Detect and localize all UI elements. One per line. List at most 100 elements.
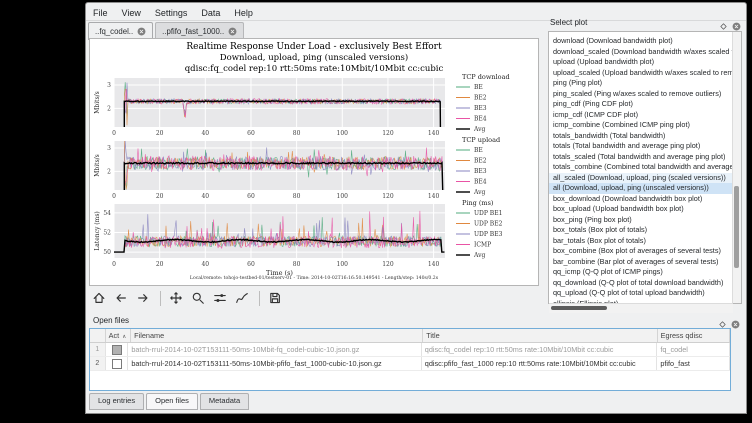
plot-list-item[interactable]: upload_scaled (Upload bandwidth w/axes s… [549,68,741,79]
plot-list-vertical-scrollbar[interactable] [732,32,741,303]
figure-title-line2: Download, upload, ping (unscaled version… [90,53,538,63]
plot-canvas-area[interactable]: 23020406080100120140Mbits/sTCP downloadB… [89,38,539,286]
dock-close-button[interactable] [731,316,740,334]
menu-file[interactable]: File [86,6,115,18]
plot-list-item[interactable]: download_scaled (Download bandwidth w/ax… [549,47,741,58]
bottom-tab-log-entries[interactable]: Log entries [89,393,144,410]
scrollbar-thumb[interactable] [551,306,607,310]
tab-close-button[interactable] [137,27,146,36]
document-tab-label: ..fq_codel.. [95,27,133,36]
plot-list-item[interactable]: box_download (Download bandwidth box plo… [549,194,741,205]
back-button[interactable] [111,288,131,308]
bottom-tab-metadata[interactable]: Metadata [200,393,249,410]
svg-text:Mbits/s: Mbits/s [94,91,101,114]
egress-qdisc-cell: pfifo_fast [657,357,730,370]
plot-list-item[interactable]: ping_cdf (Ping CDF plot) [549,99,741,110]
customize-button[interactable] [232,288,252,308]
active-checkbox[interactable] [112,345,122,355]
figure-footer-note: Local/remote: tohojo-testbed-01/testserv… [90,276,538,281]
title-cell: qdisc:fq_codel rep:10 rtt:50ms rate:10Mb… [422,343,658,356]
plot-list-item[interactable]: totals (Total bandwidth and average ping… [549,141,741,152]
scrollbar-thumb[interactable] [734,186,739,267]
table-header-row: Act∧FilenameTitleEgress qdisc [90,329,730,343]
legend-tcp-upload: TCP uploadBEBE2BE3BE4Avg [456,136,500,196]
save-button[interactable] [265,288,285,308]
plot-list-item[interactable]: box_upload (Upload bandwidth box plot) [549,204,741,215]
svg-text:UDP BE2: UDP BE2 [474,221,503,228]
plot-list-item[interactable]: download (Download bandwidth plot) [549,36,741,47]
plot-list-item[interactable]: ping_scaled (Ping w/axes scaled to remov… [549,89,741,100]
column-header-title[interactable]: Title [423,329,657,342]
plot-list-item[interactable]: box_ping (Ping box plot) [549,215,741,226]
svg-text:80: 80 [293,193,301,200]
svg-text:120: 120 [382,130,394,137]
customize-icon [235,291,249,305]
plot-list-item[interactable]: ping (Ping plot) [549,78,741,89]
column-header-act[interactable]: Act∧ [106,329,131,342]
row-number: 2 [90,357,106,370]
svg-text:20: 20 [156,193,164,200]
svg-text:80: 80 [293,130,301,137]
column-header-filename[interactable]: Filename [131,329,423,342]
plot-list-item[interactable]: qq_upload (Q-Q plot of total upload band… [549,288,741,299]
open-file-row[interactable]: 1batch-rrul-2014-10-02T153111-50ms-10Mbi… [90,343,730,357]
plot-list-item[interactable]: box_totals (Box plot of totals) [549,225,741,236]
plot-list-item[interactable]: totals_combine (Combined total bandwidth… [549,162,741,173]
svg-text:40: 40 [201,130,209,137]
select-plot-header: Select plot [548,16,742,31]
menu-data[interactable]: Data [194,6,227,18]
close-icon [137,27,146,36]
pan-icon [169,291,183,305]
app-window: FileViewSettingsDataHelp ..fq_codel.. ..p… [85,2,747,414]
plot-list-item[interactable]: bar_combine (Bar plot of averages of sev… [549,257,741,268]
plot-list-item[interactable]: icmp_cdf (ICMP CDF plot) [549,110,741,121]
svg-text:Avg: Avg [473,126,485,133]
open-files-title: Open files [93,316,129,325]
plot-list-item[interactable]: all (Download, upload, ping (unscaled ve… [549,183,741,194]
plot-list-item[interactable]: totals_scaled (Total bandwidth and avera… [549,152,741,163]
screen: { "window": {"bg": "#eff0f1"}, "menu": {… [0,0,752,423]
svg-text:80: 80 [293,261,301,268]
svg-text:100: 100 [337,130,349,137]
svg-text:40: 40 [201,261,209,268]
zoom-button[interactable] [188,288,208,308]
svg-text:54: 54 [103,210,111,217]
plot-list-item[interactable]: icmp_combine (Combined ICMP ping plot) [549,120,741,131]
svg-text:140: 140 [428,193,440,200]
plot-list-item[interactable]: all_scaled (Download, upload, ping (scal… [549,173,741,184]
plot-toolbar [89,287,287,309]
figure-canvas[interactable]: 23020406080100120140Mbits/sTCP downloadB… [90,39,538,285]
menu-view[interactable]: View [115,6,148,18]
bottom-tab-open-files[interactable]: Open files [146,393,198,410]
subplots-button[interactable] [210,288,230,308]
document-tab-bar: ..fq_codel.. ..pfifo_fast_1000.. [88,21,246,39]
row-number-header [90,329,106,342]
sort-ascending-icon: ∧ [122,334,126,340]
open-files-dock: Open files Act∧FilenameTitleEgress qdisc… [89,314,741,393]
svg-text:3: 3 [107,145,111,152]
pan-button[interactable] [166,288,186,308]
svg-text:100: 100 [337,193,349,200]
figure-title-line3: qdisc:fq_codel rep:10 rtt:50ms rate:10Mb… [90,64,538,74]
forward-button[interactable] [133,288,153,308]
svg-text:Avg: Avg [473,189,485,196]
svg-text:120: 120 [382,193,394,200]
svg-text:3: 3 [107,82,111,89]
active-checkbox[interactable] [112,359,122,369]
open-file-row[interactable]: 2batch-rrul-2014-10-02T153111-50ms-10Mbi… [90,357,730,371]
plot-list-horizontal-scrollbar[interactable] [549,303,733,313]
plot-list-item[interactable]: box_combine (Box plot of averages of sev… [549,246,741,257]
plot-list-item[interactable]: totals_bandwidth (Total bandwidth) [549,131,741,142]
plot-list-item[interactable]: upload (Upload bandwidth plot) [549,57,741,68]
home-button[interactable] [89,288,109,308]
plot-list-item[interactable]: bar_totals (Box plot of totals) [549,236,741,247]
column-header-egress-qdisc[interactable]: Egress qdisc [658,329,730,342]
svg-text:BE3: BE3 [474,105,487,112]
menu-settings[interactable]: Settings [148,6,195,18]
svg-text:BE4: BE4 [474,116,487,123]
document-tab-label: ..pfifo_fast_1000.. [162,27,224,36]
menu-help[interactable]: Help [227,6,260,18]
plot-list-item[interactable]: qq_icmp (Q-Q plot of ICMP pings) [549,267,741,278]
plot-list-item[interactable]: qq_download (Q-Q plot of total download … [549,278,741,289]
tab-close-button[interactable] [228,27,237,36]
